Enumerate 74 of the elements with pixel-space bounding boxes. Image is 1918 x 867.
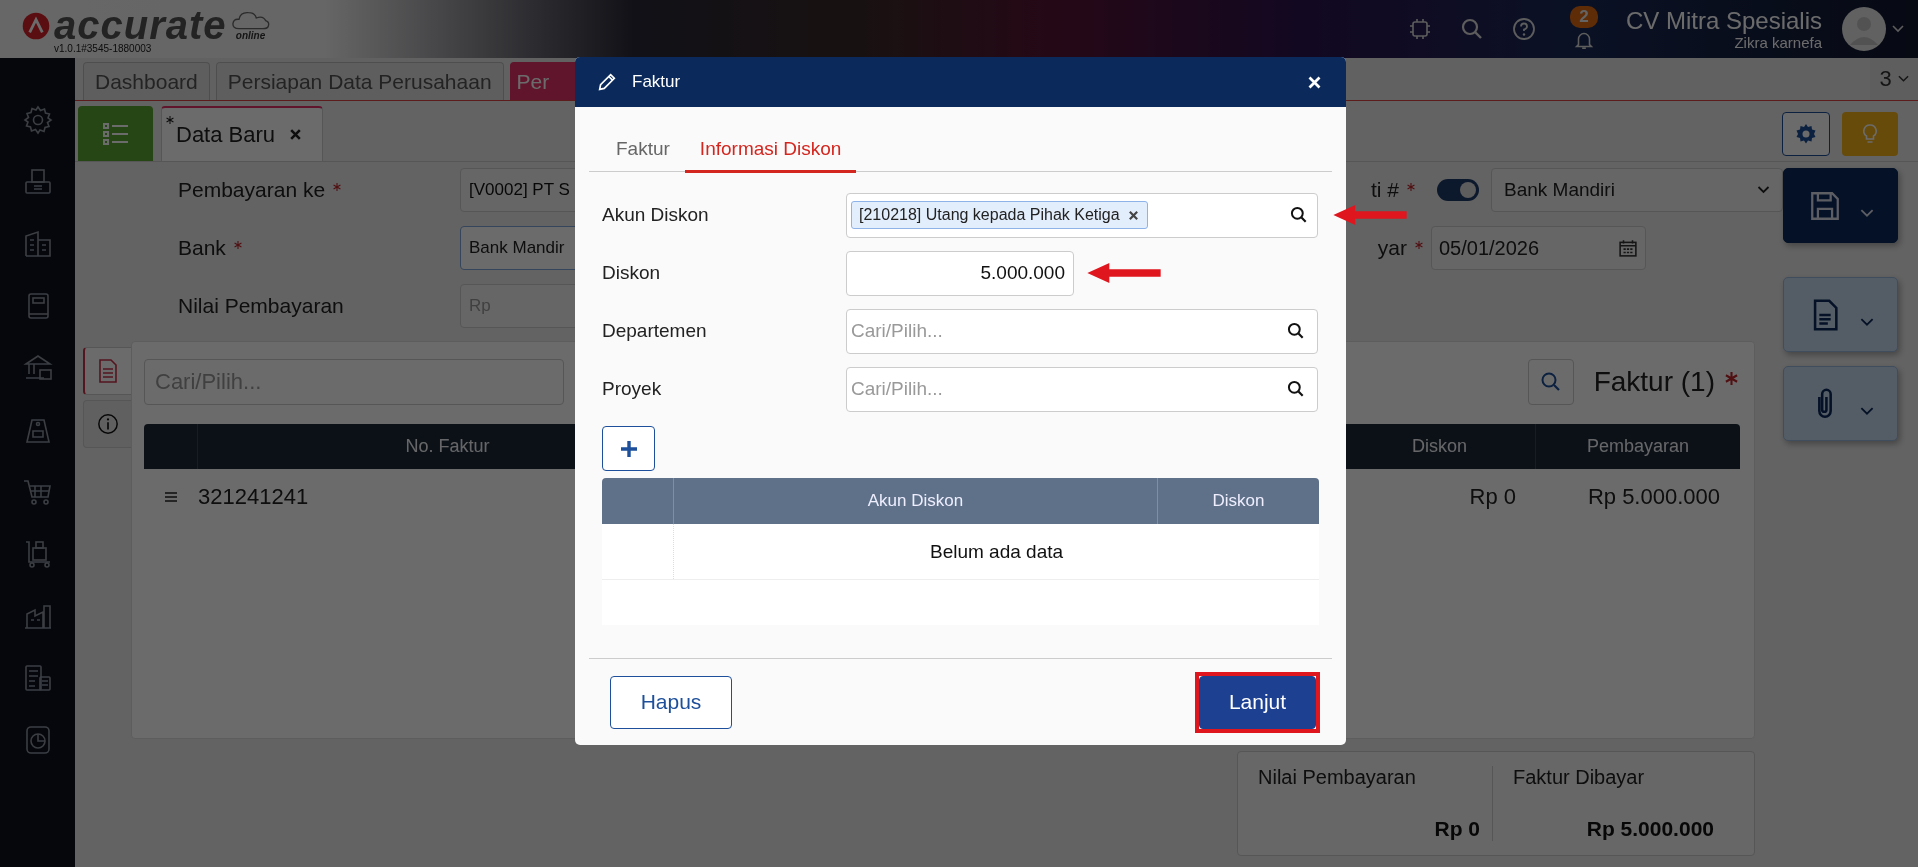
tab[interactable]: Faktur	[601, 127, 685, 173]
gear-icon[interactable]	[21, 104, 54, 136]
date-field[interactable]: 05/01/2026	[1431, 226, 1646, 270]
cloud-icon	[230, 10, 271, 30]
logo-icon	[22, 12, 50, 40]
search-icon[interactable]	[1286, 379, 1306, 399]
settings-button[interactable]	[1782, 111, 1830, 156]
field-label: Bank	[178, 236, 226, 260]
summary-value: Rp 0	[1433, 817, 1480, 841]
document-tab-label: Data Baru	[176, 121, 276, 148]
delete-button[interactable]: Hapus	[610, 675, 732, 729]
search-icon[interactable]	[1286, 321, 1306, 341]
empty-message: Belum ada data	[928, 539, 1065, 564]
chevron-icon	[1859, 318, 1874, 327]
tab[interactable]: Dashboard	[83, 62, 210, 100]
logo-subtitle: online	[235, 30, 266, 41]
account-field[interactable]: [210218] Utang kepada Pihak Ketiga	[846, 192, 1318, 238]
chevron-icon	[1757, 186, 1770, 194]
column-header: Pembayaran	[1585, 435, 1691, 458]
table-cell-text: Rp 5.000.000	[1586, 484, 1721, 510]
search-icon[interactable]	[1289, 205, 1309, 225]
list-button[interactable]	[78, 106, 153, 161]
chevron-icon	[1859, 209, 1874, 218]
field-label: Nilai Pembayaran	[178, 294, 344, 318]
company-name: CV Mitra Spesialis	[1625, 7, 1822, 34]
avatar-icon[interactable]	[1842, 7, 1886, 51]
search-button[interactable]	[1527, 359, 1574, 405]
tab[interactable]: Informasi Diskon	[684, 127, 857, 173]
discount-field[interactable]: 5.000.000	[846, 250, 1074, 296]
invoice-list-tab[interactable]	[83, 347, 131, 395]
table-cell-text: Rp 0	[1468, 484, 1517, 510]
field-label: yar	[1377, 236, 1407, 260]
plus-icon	[618, 438, 639, 459]
attachment-button[interactable]	[1783, 366, 1898, 441]
add-button[interactable]	[602, 426, 655, 471]
info-tab[interactable]	[83, 400, 131, 448]
caret-icon[interactable]	[1892, 25, 1904, 33]
field-label: Akun Diskon	[602, 204, 710, 226]
remove-icon[interactable]	[1127, 209, 1139, 221]
drag-handle-icon[interactable]	[164, 492, 178, 502]
calendar-icon[interactable]	[1619, 239, 1637, 257]
chevron-icon	[1859, 407, 1874, 416]
search-field[interactable]: Cari/Pilih...	[846, 366, 1318, 412]
toggle-switch[interactable]	[1437, 179, 1479, 201]
field-label: Departemen	[602, 320, 708, 342]
caret-icon	[1897, 75, 1909, 83]
notification-badge: 2	[1570, 6, 1598, 28]
column-header: Diskon	[1211, 490, 1266, 512]
panel-title: Faktur (1)	[1593, 366, 1715, 398]
document-icon	[97, 359, 119, 383]
selected-tag: [210218] Utang kepada Pihak Ketiga	[851, 201, 1148, 229]
continue-button[interactable]: Lanjut	[1199, 675, 1316, 729]
ai-chip-icon[interactable]	[1407, 17, 1432, 41]
list-icon	[101, 121, 130, 146]
summary-label: Faktur Dibayar	[1513, 766, 1646, 789]
info-icon	[96, 412, 119, 436]
dialog-title: Faktur	[632, 72, 681, 92]
summary-label: Nilai Pembayaran	[1258, 766, 1417, 789]
search-field[interactable]: Cari/Pilih...	[846, 308, 1318, 354]
summary-value: Rp 5.000.000	[1585, 817, 1714, 841]
table-cell-text: 321241241	[198, 484, 310, 510]
save-button[interactable]	[1783, 168, 1898, 243]
tab[interactable]: Persiapan Data Perusahaan	[215, 62, 504, 100]
version-text: v1.0.1#3545-1880003	[54, 43, 153, 54]
field-label: ti #	[1371, 178, 1399, 202]
field-label: Pembayaran ke	[178, 178, 326, 202]
document-menu-button[interactable]	[1783, 277, 1898, 352]
document-tab[interactable]: Data Baru	[161, 106, 323, 161]
help-icon[interactable]	[1511, 17, 1536, 41]
field-label: Proyek	[602, 378, 663, 400]
user-name: Zikra karnefa	[1734, 34, 1822, 51]
field-label: Diskon	[602, 262, 662, 284]
pencil-icon	[596, 71, 618, 93]
bank-select[interactable]: Bank Mandiri	[1491, 168, 1783, 212]
